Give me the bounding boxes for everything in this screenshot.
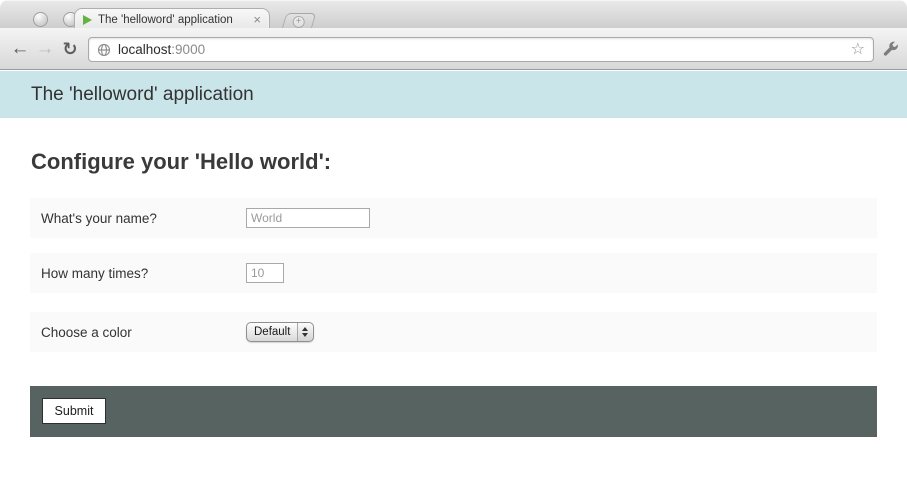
bookmark-star-icon[interactable]: ☆ [851, 42, 865, 58]
times-label: How many times? [30, 266, 246, 281]
name-label: What's your name? [30, 211, 246, 226]
color-label: Choose a color [30, 325, 246, 340]
window-close-button[interactable] [33, 12, 48, 27]
page-banner: The 'helloword' application [0, 71, 907, 118]
select-arrows-icon [297, 323, 312, 341]
form-row-times: How many times? [30, 253, 877, 293]
address-bar[interactable]: localhost:9000 ☆ [88, 37, 874, 62]
browser-tab[interactable]: The 'helloword' application × [74, 8, 270, 30]
form-actions-bar: Submit [30, 386, 877, 437]
color-select-value: Default [247, 323, 297, 341]
form-row-color: Choose a color Default [30, 312, 877, 352]
forward-button[interactable]: → [34, 28, 56, 70]
submit-button[interactable]: Submit [42, 398, 106, 424]
page-heading: Configure your 'Hello world': [31, 149, 331, 175]
tab-title: The 'helloword' application [98, 14, 247, 26]
url-text[interactable]: localhost:9000 [118, 42, 851, 57]
browser-toolbar: ← → ↻ localhost:9000 ☆ [0, 28, 907, 70]
globe-icon [97, 43, 111, 57]
wrench-menu-icon[interactable] [881, 40, 899, 58]
browser-chrome: The 'helloword' application × + ← → ↻ lo… [0, 0, 907, 70]
web-page: The 'helloword' application Configure yo… [0, 70, 907, 488]
new-tab-button[interactable]: + [282, 13, 317, 29]
banner-title: The 'helloword' application [31, 84, 254, 106]
color-select[interactable]: Default [246, 322, 314, 342]
play-favicon-icon [83, 15, 92, 25]
url-host: localhost [118, 42, 171, 57]
new-tab-plus-icon: + [293, 16, 305, 28]
tab-strip: The 'helloword' application × + [0, 0, 907, 28]
back-button[interactable]: ← [8, 28, 32, 70]
tab-close-icon[interactable]: × [253, 13, 261, 26]
name-input[interactable] [246, 208, 370, 228]
browser-window: The 'helloword' application × + ← → ↻ lo… [0, 0, 907, 488]
url-port: :9000 [171, 42, 205, 57]
times-input[interactable] [246, 263, 284, 283]
reload-button[interactable]: ↻ [58, 28, 82, 70]
form-row-name: What's your name? [30, 198, 877, 238]
